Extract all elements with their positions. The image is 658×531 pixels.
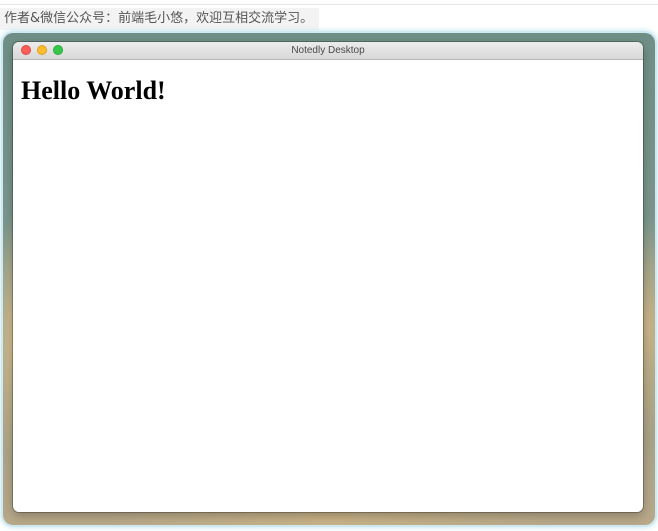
app-window: Notedly Desktop Hello World! [13,42,643,512]
window-title: Notedly Desktop [291,45,365,56]
window-content: Hello World! [13,60,643,106]
page-heading: Hello World! [21,76,166,105]
window-titlebar[interactable]: Notedly Desktop [13,42,643,60]
author-caption: 作者&微信公众号：前端毛小悠，欢迎互相交流学习。 [0,8,320,30]
top-divider [0,4,658,5]
